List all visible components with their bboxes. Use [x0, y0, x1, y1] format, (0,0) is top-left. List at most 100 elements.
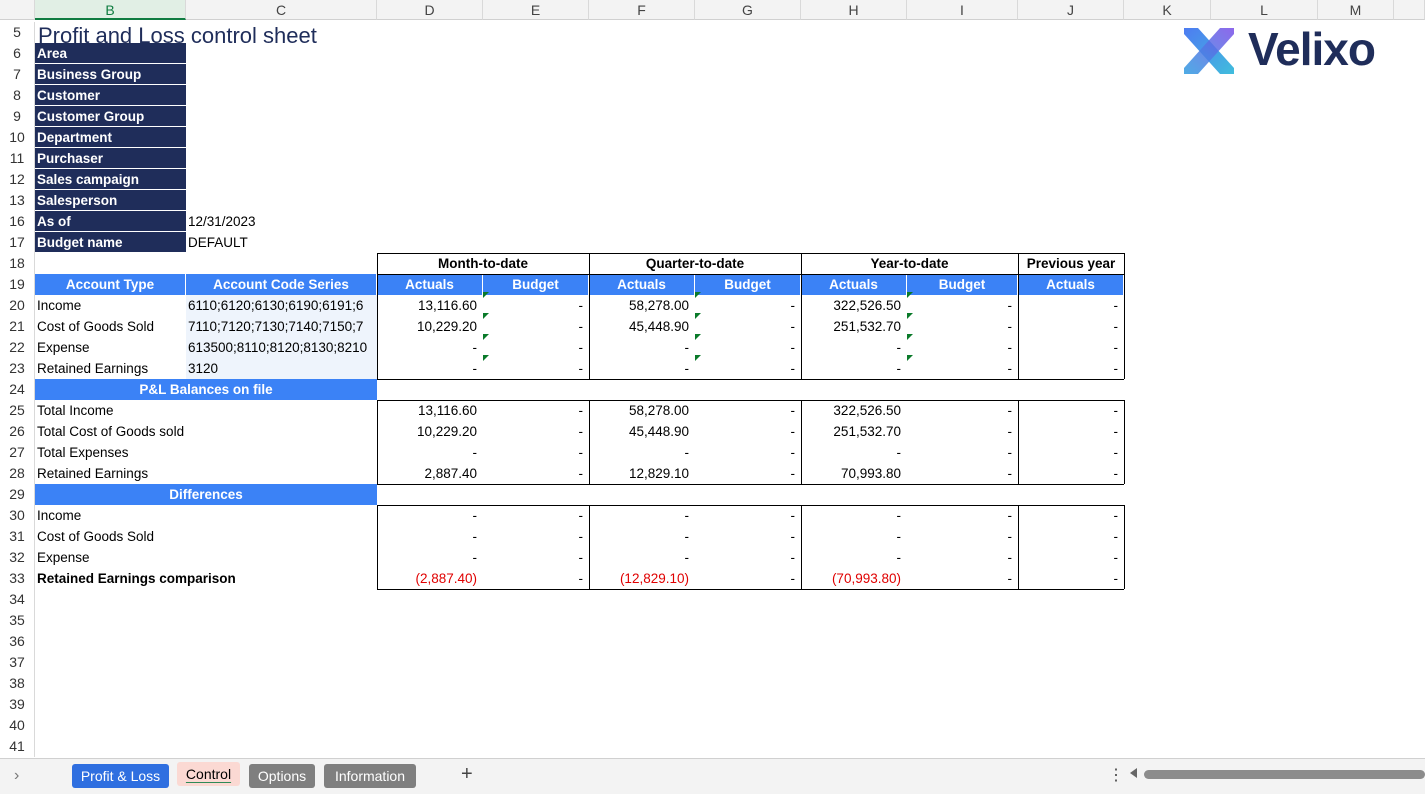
- value-cell[interactable]: -: [801, 337, 907, 358]
- column-header[interactable]: C: [186, 0, 377, 20]
- value-cell[interactable]: (70,993.80): [801, 568, 907, 589]
- value-cell[interactable]: -: [589, 505, 695, 526]
- value-cell[interactable]: 45,448.90: [589, 421, 695, 442]
- value-cell[interactable]: 251,532.70: [801, 421, 907, 442]
- value-cell[interactable]: -: [695, 568, 801, 589]
- row-header[interactable]: 11: [0, 148, 35, 169]
- value-cell[interactable]: -: [695, 358, 801, 379]
- value-cell[interactable]: 10,229.20: [377, 421, 483, 442]
- row-header[interactable]: 37: [0, 652, 35, 673]
- value-cell[interactable]: -: [801, 505, 907, 526]
- row-header[interactable]: 30: [0, 505, 35, 526]
- value-cell[interactable]: -: [483, 400, 589, 421]
- param-label[interactable]: Salesperson: [35, 190, 186, 211]
- row-header[interactable]: 28: [0, 463, 35, 484]
- value-cell[interactable]: -: [801, 547, 907, 568]
- period-header[interactable]: Month-to-date: [377, 253, 589, 274]
- column-header[interactable]: K: [1124, 0, 1211, 20]
- account-code-series[interactable]: 6110;6120;6130;6190;6191;6: [186, 295, 377, 316]
- period-header[interactable]: Previous year: [1018, 253, 1124, 274]
- row-header[interactable]: 31: [0, 526, 35, 547]
- value-cell[interactable]: -: [589, 337, 695, 358]
- value-cell[interactable]: -: [695, 547, 801, 568]
- value-cell[interactable]: -: [1018, 358, 1124, 379]
- param-value[interactable]: [186, 127, 377, 148]
- value-cell[interactable]: -: [907, 547, 1018, 568]
- param-value[interactable]: [186, 190, 377, 211]
- value-cell[interactable]: -: [801, 526, 907, 547]
- sheet-tab[interactable]: Control: [177, 762, 240, 786]
- row-header[interactable]: 32: [0, 547, 35, 568]
- value-cell[interactable]: -: [483, 463, 589, 484]
- row-header[interactable]: 41: [0, 736, 35, 757]
- period-header[interactable]: Quarter-to-date: [589, 253, 801, 274]
- param-label[interactable]: As of: [35, 211, 186, 232]
- row-header[interactable]: 40: [0, 715, 35, 736]
- row-header[interactable]: 24: [0, 379, 35, 400]
- column-header[interactable]: B: [35, 0, 186, 20]
- param-value[interactable]: [186, 169, 377, 190]
- chevron-right-icon[interactable]: ›: [14, 767, 19, 785]
- column-subheader[interactable]: Actuals: [1018, 274, 1124, 295]
- value-cell[interactable]: 70,993.80: [801, 463, 907, 484]
- more-options-icon[interactable]: ⋮: [1108, 765, 1124, 785]
- column-subheader[interactable]: Actuals: [377, 274, 483, 295]
- value-cell[interactable]: -: [907, 442, 1018, 463]
- column-header[interactable]: M: [1318, 0, 1394, 20]
- account-code-series[interactable]: 7110;7120;7130;7140;7150;7: [186, 316, 377, 337]
- column-subheader[interactable]: Actuals: [801, 274, 907, 295]
- row-header[interactable]: 13: [0, 190, 35, 211]
- period-header[interactable]: Year-to-date: [801, 253, 1018, 274]
- row-header[interactable]: 9: [0, 106, 35, 127]
- value-cell[interactable]: -: [1018, 547, 1124, 568]
- value-cell[interactable]: -: [1018, 442, 1124, 463]
- value-cell[interactable]: -: [377, 358, 483, 379]
- account-type[interactable]: Retained Earnings: [35, 358, 186, 379]
- value-cell[interactable]: (2,887.40): [377, 568, 483, 589]
- param-value[interactable]: [186, 106, 377, 127]
- plus-icon[interactable]: +: [461, 763, 473, 786]
- value-cell[interactable]: -: [1018, 337, 1124, 358]
- value-cell[interactable]: 10,229.20: [377, 316, 483, 337]
- column-header[interactable]: I: [907, 0, 1018, 20]
- value-cell[interactable]: -: [483, 316, 589, 337]
- select-all-corner[interactable]: [0, 0, 35, 20]
- param-label[interactable]: Budget name: [35, 232, 186, 253]
- value-cell[interactable]: 45,448.90: [589, 316, 695, 337]
- column-header[interactable]: G: [695, 0, 801, 20]
- value-cell[interactable]: -: [695, 505, 801, 526]
- value-cell[interactable]: -: [695, 337, 801, 358]
- value-cell[interactable]: -: [907, 295, 1018, 316]
- value-cell[interactable]: 12,829.10: [589, 463, 695, 484]
- value-cell[interactable]: -: [377, 442, 483, 463]
- account-code-series[interactable]: 613500;8110;8120;8130;8210: [186, 337, 377, 358]
- row-header[interactable]: 7: [0, 64, 35, 85]
- value-cell[interactable]: -: [1018, 421, 1124, 442]
- value-cell[interactable]: -: [695, 526, 801, 547]
- row-header[interactable]: 17: [0, 232, 35, 253]
- row-header[interactable]: 8: [0, 85, 35, 106]
- param-value[interactable]: 12/31/2023: [186, 211, 377, 232]
- row-header[interactable]: 26: [0, 421, 35, 442]
- param-label[interactable]: Business Group: [35, 64, 186, 85]
- column-subheader[interactable]: Account Code Series: [186, 274, 377, 295]
- row-header[interactable]: 10: [0, 127, 35, 148]
- value-cell[interactable]: -: [907, 337, 1018, 358]
- value-cell[interactable]: -: [695, 295, 801, 316]
- row-header[interactable]: 27: [0, 442, 35, 463]
- value-cell[interactable]: -: [907, 400, 1018, 421]
- row-header[interactable]: 16: [0, 211, 35, 232]
- value-cell[interactable]: 58,278.00: [589, 400, 695, 421]
- sheet-tab[interactable]: Options: [249, 764, 315, 788]
- sheet-tab[interactable]: Profit & Loss: [72, 764, 169, 788]
- value-cell[interactable]: -: [907, 568, 1018, 589]
- value-cell[interactable]: 13,116.60: [377, 295, 483, 316]
- column-subheader[interactable]: Actuals: [589, 274, 695, 295]
- row-header[interactable]: 23: [0, 358, 35, 379]
- value-cell[interactable]: -: [483, 505, 589, 526]
- value-cell[interactable]: 251,532.70: [801, 316, 907, 337]
- column-header[interactable]: D: [377, 0, 483, 20]
- value-cell[interactable]: 13,116.60: [377, 400, 483, 421]
- value-cell[interactable]: -: [1018, 295, 1124, 316]
- account-type[interactable]: Cost of Goods Sold: [35, 316, 186, 337]
